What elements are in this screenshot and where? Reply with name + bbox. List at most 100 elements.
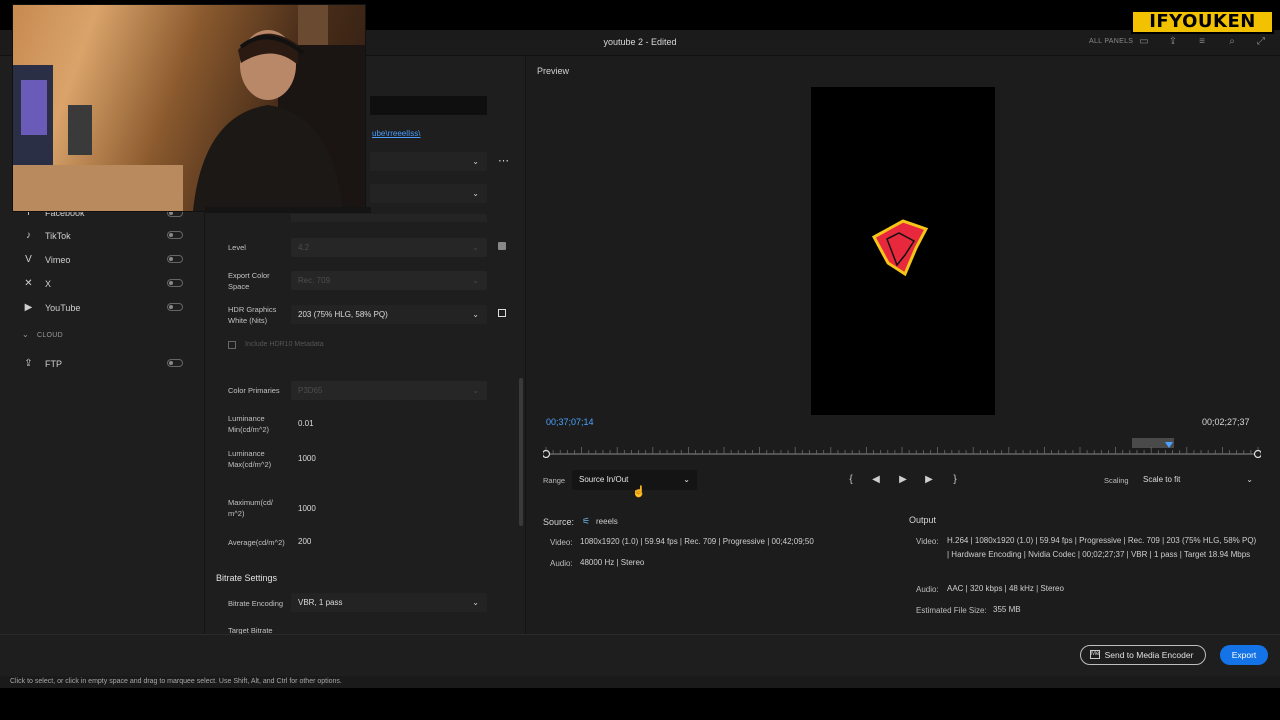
bitrate-settings-heading: Bitrate Settings xyxy=(216,573,278,583)
out-point-handle[interactable] xyxy=(1253,449,1263,459)
destination-x[interactable]: ✕ X xyxy=(0,274,204,294)
source-audio-key: Audio: xyxy=(550,559,573,568)
luminance-max-value[interactable]: 1000 xyxy=(298,454,316,463)
output-video-value: H.264 | 1080x1920 (1.0) | 59.94 fps | Pr… xyxy=(947,536,1257,559)
mouse-cursor-icon: ☝ xyxy=(632,486,646,498)
hdr-graphics-select[interactable]: 203 (75% HLG, 58% PQ) ⌄ xyxy=(291,305,487,324)
timeline-ruler[interactable] xyxy=(541,438,1263,459)
brand-logo: IFYOUKEN xyxy=(1131,10,1274,34)
location-link[interactable]: ube\rreeelIss\ xyxy=(372,129,420,138)
destination-label: X xyxy=(45,279,52,289)
timeline-scrubber[interactable] xyxy=(541,438,1263,459)
destination-tiktok[interactable]: ♪ TikTok xyxy=(0,226,204,246)
x-icon: ✕ xyxy=(24,278,33,289)
ftp-toggle[interactable] xyxy=(167,359,183,367)
level-label: Level xyxy=(228,243,246,252)
preset-select[interactable]: ⌄ xyxy=(370,152,487,171)
chevron-down-icon: ⌄ xyxy=(1246,475,1253,484)
source-video-value: 1080x1920 (1.0) | 59.94 fps | Rec. 709 |… xyxy=(580,537,814,546)
destination-ftp[interactable]: ⇪ FTP xyxy=(0,354,204,374)
mark-in-icon[interactable]: { xyxy=(843,472,859,488)
vimeo-toggle[interactable] xyxy=(167,255,183,263)
output-audio-key: Audio: xyxy=(916,585,939,594)
destination-youtube[interactable]: ▶ YouTube xyxy=(0,298,204,318)
bitrate-encoding-select[interactable]: VBR, 1 pass ⌄ xyxy=(291,593,487,612)
luminance-max-label: Luminance Max(cd/m^2) xyxy=(228,449,272,469)
luminance-min-value[interactable]: 0.01 xyxy=(298,419,314,428)
source-video-key: Video: xyxy=(550,538,573,547)
maximum-value[interactable]: 1000 xyxy=(298,504,316,513)
play-icon[interactable]: ▶ xyxy=(895,472,911,488)
youtube-toggle[interactable] xyxy=(167,303,183,311)
chevron-down-icon: ⌄ xyxy=(472,310,479,319)
range-value: Source In/Out xyxy=(579,475,629,484)
output-heading: Output xyxy=(909,515,937,525)
include-hdr10-checkbox[interactable] xyxy=(228,341,236,349)
hdr-graphics-checkbox[interactable] xyxy=(498,309,506,317)
level-select[interactable]: 4.2 ⌄ xyxy=(291,238,487,257)
fullscreen-icon[interactable]: ⤢ xyxy=(1255,36,1267,48)
preview-heading: Preview xyxy=(537,66,570,76)
webcam-overlay xyxy=(12,4,366,212)
color-primaries-label: Color Primaries xyxy=(228,386,280,395)
step-back-icon[interactable]: ◀ xyxy=(868,472,884,488)
chevron-down-icon: ⌄ xyxy=(472,189,479,198)
more-options-icon[interactable]: ⋯ xyxy=(498,154,509,167)
status-hint: Click to select, or click in empty space… xyxy=(10,678,342,685)
source-audio-value: 48000 Hz | Stereo xyxy=(580,558,645,567)
menu-icon[interactable]: ≡ xyxy=(1196,36,1208,48)
panel-layout-icon[interactable]: ▭ xyxy=(1138,36,1150,48)
level-value: 4.2 xyxy=(298,243,310,252)
output-video-key: Video: xyxy=(916,537,939,546)
in-point-handle[interactable] xyxy=(541,449,551,459)
search-icon[interactable]: ⌕ xyxy=(1226,36,1238,48)
vimeo-icon: V xyxy=(25,254,32,265)
chevron-down-icon: ⌄ xyxy=(472,157,479,166)
hdr-graphics-value: 203 (75% HLG, 58% PQ) xyxy=(298,310,388,319)
settings-scrollbar[interactable] xyxy=(519,378,523,526)
average-value[interactable]: 200 xyxy=(298,537,311,546)
mark-out-icon[interactable]: } xyxy=(947,472,963,488)
step-forward-icon[interactable]: ▶ xyxy=(921,472,937,488)
range-label: Range xyxy=(543,476,566,485)
all-panels-label[interactable]: ALL PANELS xyxy=(1089,38,1133,45)
level-checkbox[interactable] xyxy=(498,242,506,250)
webcam-scene xyxy=(13,5,365,211)
video-preview xyxy=(811,87,995,415)
duration-timecode: 00;02;27;37 xyxy=(1202,417,1250,427)
scaling-select[interactable]: Scale to fit ⌄ xyxy=(1136,470,1260,490)
destination-vimeo[interactable]: V Vimeo xyxy=(0,250,204,270)
media-encoder-icon: Me xyxy=(1090,650,1100,659)
scaling-label: Scaling xyxy=(1104,476,1129,485)
luminance-min-label: Luminance Min(cd/m^2) xyxy=(228,414,270,434)
color-primaries-select[interactable]: P3D65 ⌄ xyxy=(291,381,487,400)
chevron-down-icon: ⌄ xyxy=(472,243,479,252)
webcam-frame-edge xyxy=(205,207,371,213)
bitrate-encoding-value: VBR, 1 pass xyxy=(298,598,343,607)
chevron-down-icon: ⌄ xyxy=(472,386,479,395)
maximum-label: Maximum(cd/ m^2) xyxy=(228,498,274,518)
file-size-key: Estimated File Size: xyxy=(916,606,987,615)
chevron-down-icon: ⌄ xyxy=(472,598,479,607)
file-size-value: 355 MB xyxy=(993,605,1021,614)
file-name-input[interactable] xyxy=(370,96,487,115)
format-select[interactable]: ⌄ xyxy=(370,184,487,203)
chevron-down-icon[interactable]: ⌄ xyxy=(22,330,29,339)
chevron-down-icon: ⌄ xyxy=(683,475,690,484)
export-color-space-label: Export Color Space xyxy=(228,271,270,291)
destination-label: FTP xyxy=(45,359,62,369)
current-timecode[interactable]: 00;37;07;14 xyxy=(546,417,594,427)
tiktok-toggle[interactable] xyxy=(167,231,183,239)
average-label: Average(cd/m^2) xyxy=(228,538,285,547)
export-color-space-select[interactable]: Rec. 709 ⌄ xyxy=(291,271,487,290)
logo-mark xyxy=(871,219,929,277)
x-toggle[interactable] xyxy=(167,279,183,287)
cloud-section-label[interactable]: CLOUD xyxy=(37,332,63,339)
hdr-graphics-label: HDR Graphics White (Nits) xyxy=(228,305,277,325)
upload-icon: ⇪ xyxy=(24,358,33,369)
destination-label: Vimeo xyxy=(45,255,71,265)
tiktok-icon: ♪ xyxy=(26,230,31,241)
export-button[interactable]: Export xyxy=(1220,645,1268,665)
include-hdr10-label: Include HDR10 Metadata xyxy=(245,341,324,348)
share-icon[interactable]: ⇪ xyxy=(1167,36,1179,48)
